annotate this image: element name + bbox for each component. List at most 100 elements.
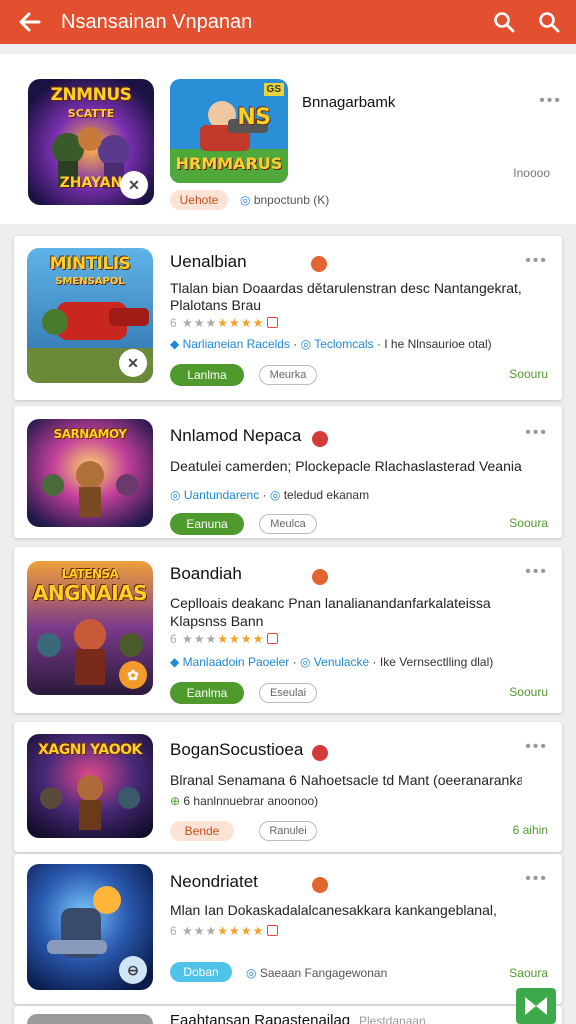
rating-value: 6 <box>170 632 178 646</box>
age-rating-icon <box>267 925 279 936</box>
app-title[interactable]: Boandiah <box>170 564 242 584</box>
app-thumbnail[interactable]: LATENSA ANGNAIAS ✿ <box>27 561 153 695</box>
secondary-button[interactable]: Ranulei <box>259 821 317 841</box>
rating-value: 6 <box>170 316 178 330</box>
info-icon: ◎ <box>240 193 254 207</box>
app-title[interactable]: Nnlamod Nepaca <box>170 426 301 446</box>
age-rating-icon <box>267 317 279 328</box>
install-button[interactable]: Doban <box>170 962 232 982</box>
developer-link[interactable]: Narlianeian Racelds <box>183 337 290 351</box>
rating-stars: 6 ★★★★★★★ <box>170 924 279 938</box>
install-button[interactable]: Eanlma <box>170 682 244 704</box>
app-meta: ◎ Saeaan Fangagewonan <box>246 966 387 980</box>
app-thumbnail[interactable]: XAGNI YAOOK <box>27 734 153 838</box>
featured-app[interactable]: ZNMNUS SCATTE ZHAYAN ✕ GS NS HRMMARUS Bn… <box>0 54 576 224</box>
more-options-icon[interactable]: ••• <box>525 870 548 888</box>
app-card[interactable]: MINTILIS SMENSAPOL ✕ Uenalbian ••• Tlala… <box>14 236 562 400</box>
app-meta: ◆ Manlaadoin Paoeler · ◎ Venulacke · Ike… <box>170 655 494 669</box>
app-description-2: Klapsnss Bann <box>170 613 264 629</box>
thumbnail-title: XAGNI YAOOK <box>38 742 142 758</box>
app-meta: ◆ Narlianeian Racelds · ◎ Teclomcals · I… <box>170 337 492 351</box>
verified-icon <box>312 431 328 447</box>
more-options-icon[interactable]: ••• <box>539 92 562 110</box>
app-card[interactable]: ⊖ Neondriatet ••• Mlan Ian Dokaskadalalc… <box>14 854 562 1004</box>
app-description: Deatulei camerden; Plockepacle Rlachasla… <box>170 458 522 474</box>
info-icon: ◎ <box>246 966 260 980</box>
rating-stars: 6 ★★★★★★★ <box>170 632 279 646</box>
tools-icon: ✕ <box>120 171 148 199</box>
app-size: Soouru <box>509 367 548 381</box>
app-card[interactable]: SARNAMOY Nnlamod Nepaca ••• Deatulei cam… <box>14 406 562 538</box>
more-options-icon[interactable]: ••• <box>525 252 548 270</box>
thumbnail-subtitle: SMENSAPOL <box>55 276 125 287</box>
search-icon <box>539 12 560 33</box>
app-title[interactable]: Neondriatet <box>170 872 258 892</box>
thumbnail-title: ZNMNUS <box>50 85 132 105</box>
thumbnail-title: MINTILIS <box>49 254 131 274</box>
search-button-2[interactable] <box>531 4 567 40</box>
rating-value: 6 <box>170 924 178 938</box>
featured-size: Inoooo <box>513 166 550 180</box>
meta-extra: 6 hanlnnuebrar anoonoo) <box>183 794 319 808</box>
meta-extra: · Ike Vernsectlling dlal) <box>372 655 494 669</box>
bowtie-icon <box>525 997 547 1015</box>
featured-meta-text: bnpoctunb (K) <box>253 193 330 207</box>
app-thumbnail[interactable] <box>27 1014 153 1024</box>
verified-icon <box>312 877 328 893</box>
secondary-button[interactable]: Meulca <box>259 514 317 534</box>
app-size: Saoura <box>509 966 548 980</box>
search-button[interactable] <box>486 4 522 40</box>
verified-icon <box>312 569 328 585</box>
featured-thumbnail-1[interactable]: ZNMNUS SCATTE ZHAYAN ✕ <box>28 79 154 205</box>
developer-link[interactable]: Uantundarenc <box>184 488 259 502</box>
app-card[interactable]: XAGNI YAOOK BoganSocustioea ••• Blranal … <box>14 722 562 852</box>
install-button[interactable]: Lanlma <box>170 364 244 386</box>
more-options-icon[interactable]: ••• <box>525 563 548 581</box>
app-thumbnail[interactable]: MINTILIS SMENSAPOL ✕ <box>27 248 153 383</box>
developer-link[interactable]: Manlaadoin Paoeler <box>183 655 290 669</box>
app-thumbnail[interactable]: ⊖ <box>27 864 153 990</box>
app-description-2: Plalotans Brau <box>170 297 262 313</box>
thumbnail-caption-2: HRMMARUS <box>175 154 283 173</box>
app-size: Soouru <box>509 685 548 699</box>
secondary-button[interactable]: Meurka <box>259 365 317 385</box>
more-options-icon[interactable]: ••• <box>525 424 548 442</box>
category-link[interactable]: Venulacke <box>314 655 369 669</box>
meta-extra: Saeaan Fangagewonan <box>259 966 388 980</box>
top-app-bar: Nsansainan Vnpanan <box>0 0 576 44</box>
tools-icon: ✕ <box>119 349 147 377</box>
category-icon: ◎ <box>269 488 284 502</box>
category-link[interactable]: Teclomcals <box>314 337 373 351</box>
thumbnail-title: LATENSA <box>61 567 119 581</box>
install-button[interactable]: Eanuna <box>170 513 244 535</box>
thumbnail-subtitle: ANGNAIAS <box>32 581 148 605</box>
app-title[interactable]: Uenalbian <box>170 252 247 272</box>
more-options-icon[interactable]: ••• <box>525 738 548 756</box>
app-card[interactable]: LATENSA ANGNAIAS ✿ Boandiah ••• Ceplloai… <box>14 547 562 713</box>
app-thumbnail[interactable]: SARNAMOY <box>27 419 153 527</box>
play-icon: ⊖ <box>119 956 147 984</box>
secondary-button[interactable]: Eseulai <box>259 683 317 703</box>
back-button[interactable] <box>13 5 47 39</box>
app-size: Sooura <box>509 516 548 530</box>
floating-action-button[interactable] <box>516 988 556 1024</box>
app-title[interactable]: Eaahtansan Rapastenailag <box>170 1012 350 1024</box>
app-description: Blranal Senamana 6 Nahoetsacle td Mant (… <box>170 772 522 788</box>
leaf-icon: ⊕ <box>170 794 184 808</box>
dev-icon: ◆ <box>170 655 183 669</box>
app-meta: Plestdanaan <box>359 1014 426 1024</box>
thumbnail-subtitle: SCATTE <box>67 107 115 120</box>
install-button[interactable]: Bende <box>170 821 234 841</box>
app-title[interactable]: BoganSocustioea <box>170 740 303 760</box>
app-card-partial[interactable]: Eaahtansan Rapastenailag Plestdanaan <box>14 1006 562 1024</box>
verified-icon <box>312 745 328 761</box>
age-rating-icon <box>267 633 279 644</box>
featured-thumbnail-2[interactable]: GS NS HRMMARUS <box>170 79 288 183</box>
featured-tag[interactable]: Uehote <box>170 190 228 210</box>
app-meta: ◎ Uantundarenc · ◎ teledud ekanam <box>170 488 370 502</box>
app-list[interactable]: ZNMNUS SCATTE ZHAYAN ✕ GS NS HRMMARUS Bn… <box>0 44 576 1024</box>
category-icon: ◎ <box>299 655 314 669</box>
verified-icon <box>311 256 327 272</box>
featured-meta: ◎ bnpoctunb (K) <box>240 193 329 207</box>
meta-extra: · I he Nlnsaurioe otal) <box>376 337 492 351</box>
